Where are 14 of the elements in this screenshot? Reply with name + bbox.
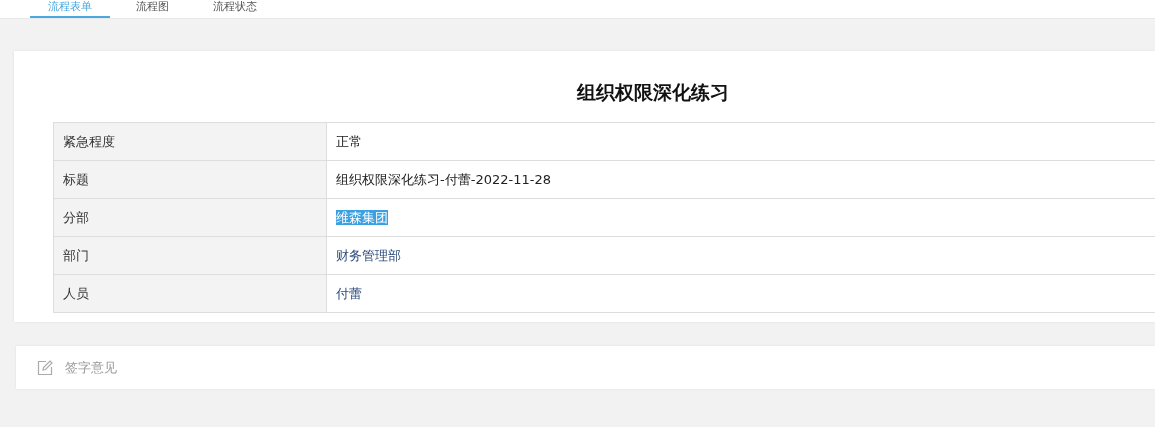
tab[interactable]: 流程图 (118, 0, 187, 18)
tab[interactable]: 流程状态 (195, 0, 275, 18)
label-cell: 人员 (54, 275, 327, 312)
edit-icon (37, 359, 53, 376)
value-link[interactable]: 付蕾 (336, 286, 362, 301)
label-cell: 部门 (54, 237, 327, 274)
label-cell: 标题 (54, 161, 327, 198)
value-text: 组织权限深化练习-付蕾-2022-11-28 (336, 172, 551, 187)
value-text: 正常 (336, 134, 362, 149)
label-cell: 紧急程度 (54, 123, 327, 160)
label-cell: 分部 (54, 199, 327, 236)
signature-label: 签字意见 (65, 358, 117, 377)
form-title: 组织权限深化练习 (575, 80, 730, 105)
value-link[interactable]: 财务管理部 (336, 248, 401, 263)
